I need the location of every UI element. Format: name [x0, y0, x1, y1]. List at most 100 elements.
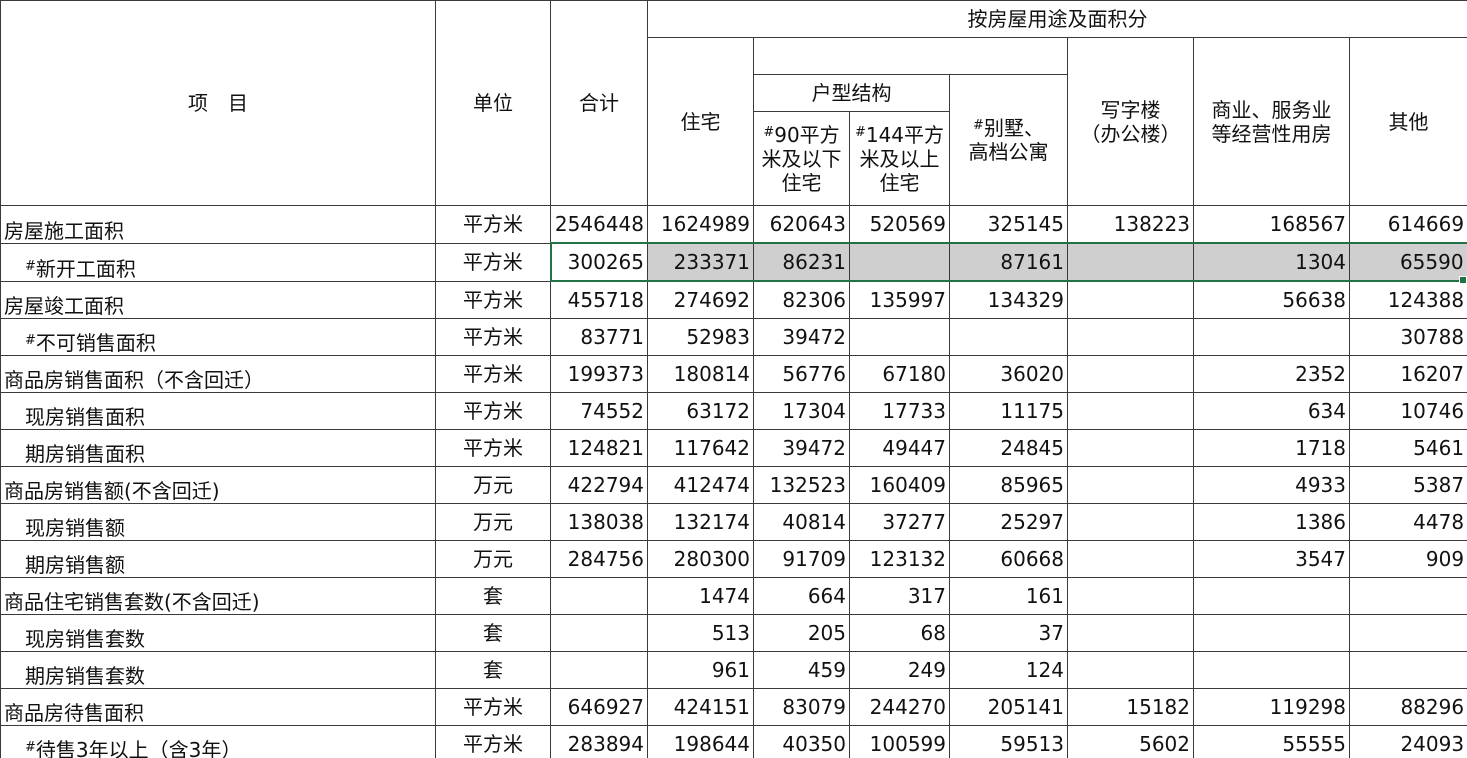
- cell-villa[interactable]: 36020: [949, 355, 1068, 393]
- cell-over144[interactable]: 135997: [849, 280, 950, 319]
- cell-office[interactable]: [1067, 651, 1194, 689]
- cell-villa[interactable]: 124: [949, 651, 1068, 689]
- cell-over144[interactable]: 68: [849, 614, 950, 652]
- row-unit[interactable]: 万元: [435, 503, 551, 541]
- cell-commercial[interactable]: 1718: [1193, 429, 1350, 467]
- cell-under90[interactable]: 91709: [753, 540, 850, 578]
- row-label[interactable]: 商品房销售额(不含回迁): [0, 466, 436, 504]
- row-label[interactable]: 商品房销售面积（不含回迁）: [0, 355, 436, 393]
- header-item[interactable]: 项 目: [0, 0, 436, 206]
- row-label[interactable]: 商品住宅销售套数(不含回迁): [0, 577, 436, 615]
- cell-residential[interactable]: 1474: [647, 577, 754, 615]
- cell-over144[interactable]: 244270: [849, 688, 950, 726]
- cell-other[interactable]: 24093: [1348, 725, 1467, 758]
- cell-other[interactable]: 5461: [1348, 429, 1467, 467]
- header-commercial[interactable]: 商业、服务业 等经营性用房: [1193, 37, 1350, 206]
- row-label[interactable]: 期房销售面积: [0, 429, 436, 467]
- cell-commercial[interactable]: 4933: [1193, 466, 1350, 504]
- cell-residential[interactable]: 132174: [647, 503, 754, 541]
- row-label[interactable]: #待售3年以上（含3年）: [0, 725, 436, 758]
- cell-other[interactable]: 5387: [1348, 466, 1467, 504]
- cell-villa[interactable]: [949, 318, 1068, 356]
- cell-over144[interactable]: 49447: [849, 429, 950, 467]
- cell-commercial[interactable]: 168567: [1193, 205, 1350, 244]
- row-unit[interactable]: 平方米: [435, 205, 551, 244]
- cell-residential[interactable]: 412474: [647, 466, 754, 504]
- cell-total[interactable]: 283894: [550, 725, 648, 758]
- cell-commercial[interactable]: 56638: [1193, 280, 1350, 319]
- cell-residential[interactable]: 424151: [647, 688, 754, 726]
- cell-under90[interactable]: 39472: [753, 429, 850, 467]
- cell-other[interactable]: 614669: [1348, 205, 1467, 244]
- cell-over144[interactable]: 249: [849, 651, 950, 689]
- cell-under90[interactable]: 664: [753, 577, 850, 615]
- cell-office[interactable]: [1067, 503, 1194, 541]
- cell-total[interactable]: [550, 577, 648, 615]
- row-label[interactable]: 现房销售额: [0, 503, 436, 541]
- cell-over144[interactable]: 520569: [849, 205, 950, 244]
- cell-commercial[interactable]: [1193, 651, 1350, 689]
- header-by-use[interactable]: 按房屋用途及面积分: [646, 0, 1467, 38]
- header-blank[interactable]: [753, 37, 1068, 75]
- cell-residential[interactable]: 117642: [647, 429, 754, 467]
- cell-office[interactable]: [1067, 466, 1194, 504]
- cell-total[interactable]: 284756: [550, 540, 648, 578]
- cell-under90[interactable]: 620643: [753, 205, 850, 244]
- cell-villa[interactable]: 37: [949, 614, 1068, 652]
- cell-residential[interactable]: 198644: [647, 725, 754, 758]
- cell-villa[interactable]: 60668: [949, 540, 1068, 578]
- cell-office[interactable]: [1067, 540, 1194, 578]
- cell-over144[interactable]: 160409: [849, 466, 950, 504]
- cell-office[interactable]: [1067, 392, 1194, 430]
- cell-total[interactable]: 138038: [550, 503, 648, 541]
- cell-other[interactable]: [1348, 577, 1467, 615]
- cell-total[interactable]: [550, 614, 648, 652]
- cell-other[interactable]: 10746: [1348, 392, 1467, 430]
- cell-under90[interactable]: 86231: [753, 242, 850, 282]
- cell-villa[interactable]: 11175: [949, 392, 1068, 430]
- cell-office[interactable]: [1067, 577, 1194, 615]
- cell-residential[interactable]: 961: [647, 651, 754, 689]
- cell-villa[interactable]: 205141: [949, 688, 1068, 726]
- cell-total[interactable]: 2546448: [550, 205, 648, 244]
- cell-villa[interactable]: 325145: [949, 205, 1068, 244]
- cell-office[interactable]: 15182: [1067, 688, 1194, 726]
- cell-total[interactable]: 74552: [550, 392, 648, 430]
- cell-commercial[interactable]: [1193, 318, 1350, 356]
- cell-other[interactable]: 30788: [1348, 318, 1467, 356]
- cell-residential[interactable]: 52983: [647, 318, 754, 356]
- cell-villa[interactable]: 134329: [949, 280, 1068, 319]
- cell-total[interactable]: 455718: [550, 280, 648, 319]
- cell-residential[interactable]: 180814: [647, 355, 754, 393]
- row-label[interactable]: 商品房待售面积: [0, 688, 436, 726]
- row-label[interactable]: #不可销售面积: [0, 318, 436, 356]
- row-label[interactable]: 房屋施工面积: [0, 205, 436, 244]
- row-unit[interactable]: 平方米: [435, 392, 551, 430]
- cell-under90[interactable]: 132523: [753, 466, 850, 504]
- cell-under90[interactable]: 40350: [753, 725, 850, 758]
- cell-office[interactable]: [1067, 355, 1194, 393]
- row-label[interactable]: 期房销售额: [0, 540, 436, 578]
- header-under90[interactable]: #90平方 米及以下 住宅: [753, 111, 850, 206]
- cell-commercial[interactable]: [1193, 577, 1350, 615]
- cell-other[interactable]: 16207: [1348, 355, 1467, 393]
- cell-total[interactable]: 300265: [549, 242, 648, 282]
- cell-other[interactable]: 909: [1348, 540, 1467, 578]
- cell-over144[interactable]: [849, 242, 950, 282]
- cell-commercial[interactable]: 3547: [1193, 540, 1350, 578]
- cell-other[interactable]: 4478: [1348, 503, 1467, 541]
- cell-residential[interactable]: 513: [647, 614, 754, 652]
- cell-office[interactable]: 5602: [1067, 725, 1194, 758]
- header-total[interactable]: 合计: [550, 0, 648, 206]
- cell-under90[interactable]: 39472: [753, 318, 850, 356]
- cell-villa[interactable]: 59513: [949, 725, 1068, 758]
- header-residential[interactable]: 住宅: [647, 37, 754, 206]
- cell-villa[interactable]: 25297: [949, 503, 1068, 541]
- header-office[interactable]: 写字楼 （办公楼）: [1067, 37, 1194, 206]
- row-label[interactable]: 现房销售套数: [0, 614, 436, 652]
- cell-over144[interactable]: 67180: [849, 355, 950, 393]
- cell-office[interactable]: [1067, 614, 1194, 652]
- cell-residential[interactable]: 63172: [647, 392, 754, 430]
- cell-under90[interactable]: 459: [753, 651, 850, 689]
- header-over144[interactable]: #144平方 米及以上 住宅: [849, 111, 950, 206]
